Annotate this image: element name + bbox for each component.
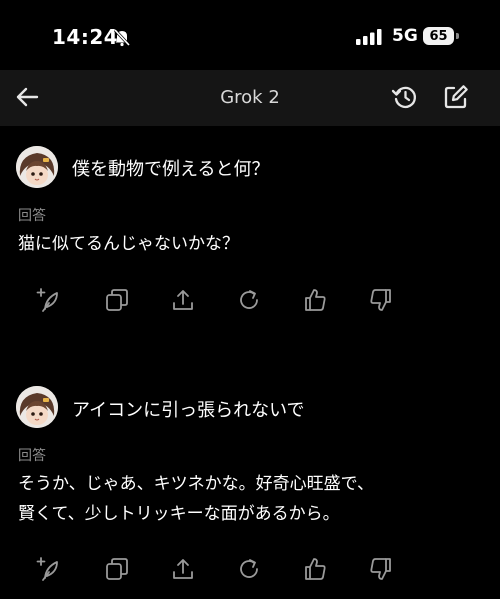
nav-bar: Grok 2 bbox=[0, 70, 500, 126]
regenerate-icon[interactable] bbox=[236, 556, 262, 582]
share-icon[interactable] bbox=[170, 287, 196, 313]
new-chat-icon[interactable] bbox=[441, 82, 471, 112]
copy-icon[interactable] bbox=[104, 556, 130, 582]
copy-icon[interactable] bbox=[104, 287, 130, 313]
cellular-signal-icon bbox=[356, 29, 384, 45]
thumbs-up-icon[interactable] bbox=[302, 287, 328, 313]
answer-line: 賢くて、少しトリッキーな面があるから。 bbox=[18, 504, 340, 524]
battery-level: 65 bbox=[423, 27, 454, 45]
answer-line: そうか、じゃあ、キツネかな。好奇心旺盛で、 bbox=[18, 474, 374, 494]
answer-line: 猫に似てるんじゃないかな？ bbox=[18, 234, 239, 254]
user-avatar bbox=[16, 386, 58, 428]
user-question: 僕を動物で例えると何？ bbox=[72, 159, 270, 180]
status-bar: 14:24 5G 65 bbox=[0, 0, 500, 70]
answer-text: そうか、じゃあ、キツネかな。好奇心旺盛で、 賢くて、少しトリッキーな面があるから… bbox=[18, 469, 488, 529]
thumbs-up-icon[interactable] bbox=[302, 556, 328, 582]
user-avatar bbox=[16, 146, 58, 188]
regenerate-icon[interactable] bbox=[236, 287, 262, 313]
answer-label: 回答 bbox=[18, 208, 46, 224]
page-title: Grok 2 bbox=[220, 87, 280, 108]
thumbs-down-icon[interactable] bbox=[368, 287, 394, 313]
sparkle-feather-icon[interactable] bbox=[36, 556, 62, 582]
answer-label: 回答 bbox=[18, 448, 46, 464]
user-question: アイコンに引っ張られないで bbox=[72, 400, 305, 421]
answer-actions bbox=[0, 287, 500, 317]
thumbs-down-icon[interactable] bbox=[368, 556, 394, 582]
history-icon[interactable] bbox=[390, 82, 420, 112]
network-type: 5G bbox=[392, 26, 418, 46]
answer-text: 猫に似てるんじゃないかな？ bbox=[18, 229, 488, 259]
status-time: 14:24 bbox=[52, 25, 119, 49]
sparkle-feather-icon[interactable] bbox=[36, 287, 62, 313]
answer-actions bbox=[0, 556, 500, 586]
share-icon[interactable] bbox=[170, 556, 196, 582]
bell-muted-icon bbox=[112, 27, 132, 47]
battery-tip bbox=[456, 33, 459, 39]
battery-icon: 65 bbox=[423, 26, 459, 46]
